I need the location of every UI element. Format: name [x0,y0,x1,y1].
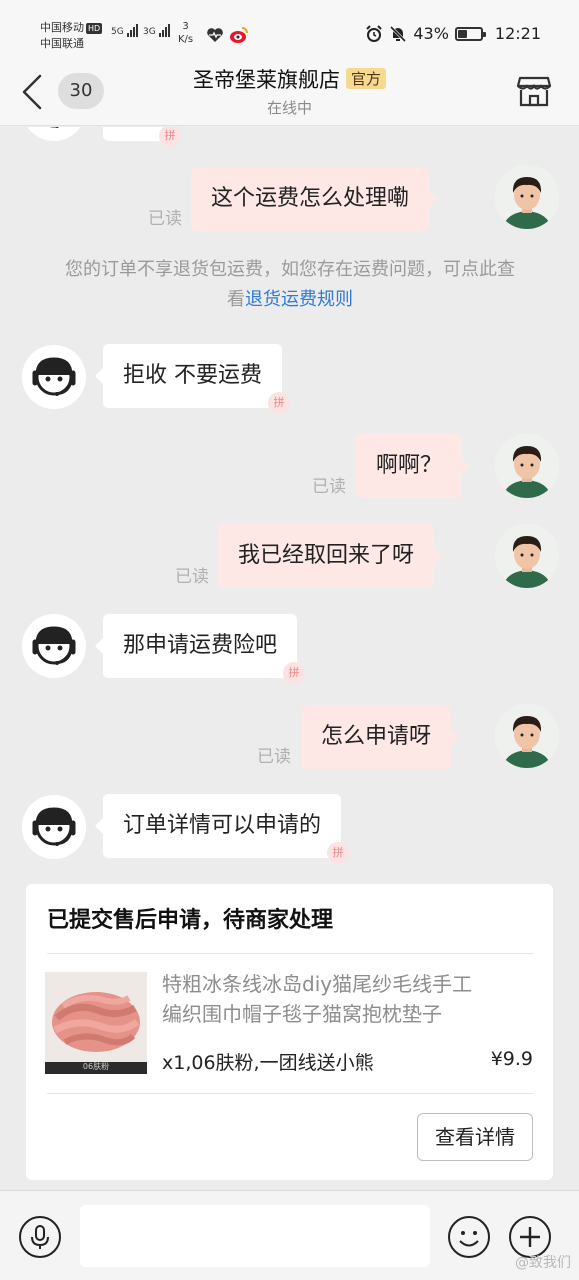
chat-bubble-agent[interactable]: 那申请运费险吧拼 [94,614,306,684]
weibo-icon [230,27,248,43]
chat-bubble-agent[interactable]: 订单详情可以申请的拼 [94,794,350,864]
chat-bubble-text: 那申请运费险吧 [123,633,278,658]
official-badge: 官方 [345,68,386,89]
back-chevron-left-icon[interactable] [16,70,50,114]
headset-agent-icon [22,345,86,409]
speed-unit: K/s [178,34,194,45]
product-image-caption: 06肤粉 [82,1062,110,1071]
user-avatar[interactable] [495,704,559,768]
clock: 12:21 [494,24,541,43]
chat-bubble-text: 订单详情可以申请的 [123,813,322,838]
hd-badge: HD [86,22,103,34]
read-receipt: 已读 [148,209,182,229]
read-receipt: 已读 [175,567,209,587]
view-details-button[interactable]: 查看详情 [417,1113,533,1161]
shop-name[interactable]: 圣帝堡莱旗舰店 [193,64,340,94]
battery-percent: 43% [413,24,449,43]
chat-area[interactable]: 拼 已读 这个运费怎么处理嘞 您的订单不享退货包运费，如您存在运费问题，可点此查… [0,127,579,1190]
agent-avatar[interactable] [22,345,86,409]
smiley-icon[interactable] [447,1215,491,1259]
divider [47,1093,533,1094]
user-avatar[interactable] [495,524,559,588]
agent-avatar[interactable] [22,127,86,141]
divider [47,953,533,954]
watermark: @致我们 [515,1255,571,1271]
product-thumbnail[interactable]: 06肤粉 [45,972,147,1074]
mute-bell-icon [390,25,407,42]
card-title: 已提交售后申请，待商家处理 [47,908,334,933]
headset-agent-icon [22,614,86,678]
status-bar: 中国移动 HD 中国联通 5G 3G 3 K/s 43% 12:21 [0,0,579,62]
product-sku: x1,06肤粉,一团线送小熊 [162,1052,374,1074]
microphone-icon[interactable] [18,1215,62,1259]
alarm-icon [366,24,383,42]
user-avatar[interactable] [495,165,559,229]
speed-value: 3 [182,21,189,32]
agent-avatar[interactable] [22,795,86,859]
chat-bubble-text: 拒收 不要运费 [123,363,262,388]
input-bar: @致我们 [0,1190,579,1280]
battery-icon [454,26,486,41]
return-shipping-rules-link[interactable]: 退货运费规则 [245,289,353,310]
pin-stamp-icon: 拼 [327,842,350,864]
pin-stamp-icon: 拼 [268,392,290,414]
user-avatar[interactable] [495,434,559,498]
user-photo-icon [495,524,559,588]
signal-bars-icon [126,24,139,37]
pin-stamp-icon: 拼 [159,127,181,147]
network-label-2: 3G [143,27,156,37]
carrier-1: 中国移动 [40,21,84,34]
yarn-ball-image [45,972,147,1062]
pin-stamp-icon: 拼 [283,662,306,684]
unread-count-badge[interactable]: 30 [58,73,104,109]
chat-bubble-user[interactable]: 这个运费怎么处理嘞 [191,167,438,231]
status-right: 43% 12:21 [365,24,541,43]
headset-agent-icon [27,127,81,141]
product-name[interactable]: 特粗冰条线冰岛diy猫尾纱毛线手工 编织围巾帽子毯子猫窝抱枕垫子 [162,969,534,1029]
network-label-1: 5G [111,27,124,37]
carrier-info: 中国移动 HD 中国联通 [40,20,103,52]
chat-bubble-user[interactable]: 怎么申请呀 [301,705,460,769]
user-photo-icon [495,704,559,768]
after-sale-order-card[interactable]: 已提交售后申请，待商家处理 06肤粉 特粗冰条线冰岛diy猫尾纱毛线手工 编织围… [26,884,553,1180]
user-photo-icon [495,165,559,229]
health-heart-icon [207,28,223,42]
product-name-line-1: 特粗冰条线冰岛diy猫尾纱毛线手工 [162,972,473,996]
product-name-line-2: 编织围巾帽子毯子猫窝抱枕垫子 [162,1002,442,1026]
headset-agent-icon [22,795,86,859]
product-price: ¥9.9 [490,1048,533,1070]
signal-2: 3G [143,24,171,37]
agent-avatar[interactable] [22,614,86,678]
message-input[interactable] [80,1205,430,1267]
signal-bars-icon [158,24,171,37]
chat-bubble-partial: 拼 [103,127,181,147]
carrier-2: 中国联通 [40,37,84,50]
chat-header: 圣帝堡莱旗舰店 官方 在线中 30 [0,62,579,126]
chat-bubble-agent[interactable]: 拒收 不要运费拼 [95,344,290,414]
chat-bubble-user[interactable]: 啊啊？ [356,434,471,498]
store-icon[interactable] [515,72,553,110]
system-notice: 您的订单不享退货包运费，如您存在运费问题，可点此查看退货运费规则 [60,255,520,315]
read-receipt: 已读 [312,477,346,497]
user-photo-icon [495,434,559,498]
signal-1: 5G [111,24,139,37]
chat-bubble-user[interactable]: 我已经取回来了呀 [218,524,443,588]
battery-fill [457,29,468,38]
read-receipt: 已读 [257,747,291,767]
network-speed: 3 K/s [178,20,193,46]
